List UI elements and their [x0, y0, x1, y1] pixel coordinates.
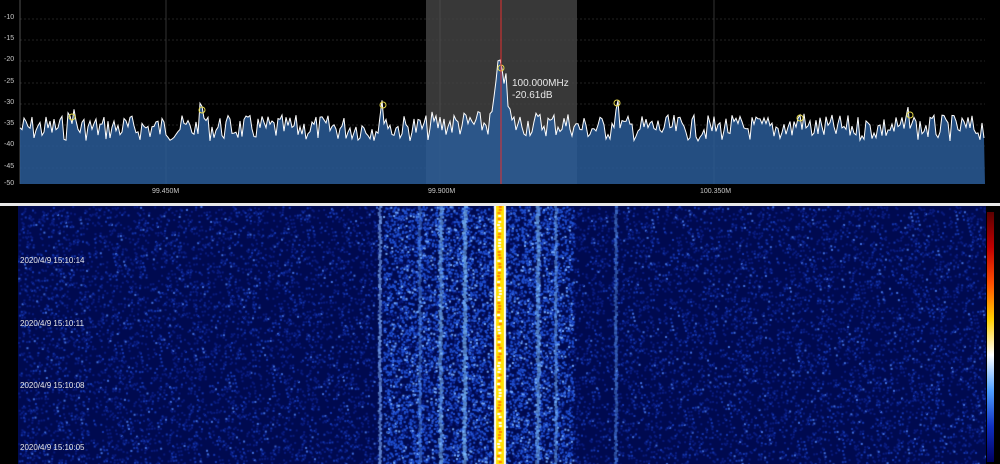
y-tick-label: -45	[4, 163, 15, 170]
waterfall-timestamp: 2020/4/9 15:10:11	[20, 319, 84, 328]
y-tick-label: -10	[4, 14, 15, 21]
waterfall-panel[interactable]: 2020/4/9 15:10:14 2020/4/9 15:10:11 2020…	[0, 206, 1000, 464]
y-tick-label: -35	[4, 120, 15, 127]
spectrum-fill	[20, 60, 985, 184]
y-tick-label: -20	[4, 56, 15, 63]
x-tick-label: 100.350M	[700, 188, 732, 195]
waterfall-timestamp: 2020/4/9 15:10:08	[20, 381, 85, 390]
y-tick-label: -40	[4, 141, 15, 148]
y-tick-label: -25	[4, 78, 15, 85]
y-tick-label: -50	[4, 180, 15, 187]
spectrum-plot[interactable]	[0, 0, 1000, 203]
marker-frequency-readout: 100.000MHz	[512, 78, 569, 89]
y-tick-label: -15	[4, 35, 15, 42]
marker-level-readout: -20.61dB	[512, 90, 553, 101]
waterfall-timestamp: 2020/4/9 15:10:14	[20, 256, 85, 265]
spectrum-panel[interactable]: -10 -15 -20 -25 -30 -35 -40 -45 -50 99.4…	[0, 0, 1000, 203]
x-tick-label: 99.450M	[152, 188, 180, 195]
waterfall-timestamp: 2020/4/9 15:10:05	[20, 443, 85, 452]
colormap-scale	[987, 212, 994, 462]
waterfall-display[interactable]	[18, 206, 986, 464]
x-tick-label: 99.900M	[428, 188, 456, 195]
y-tick-label: -30	[4, 99, 15, 106]
